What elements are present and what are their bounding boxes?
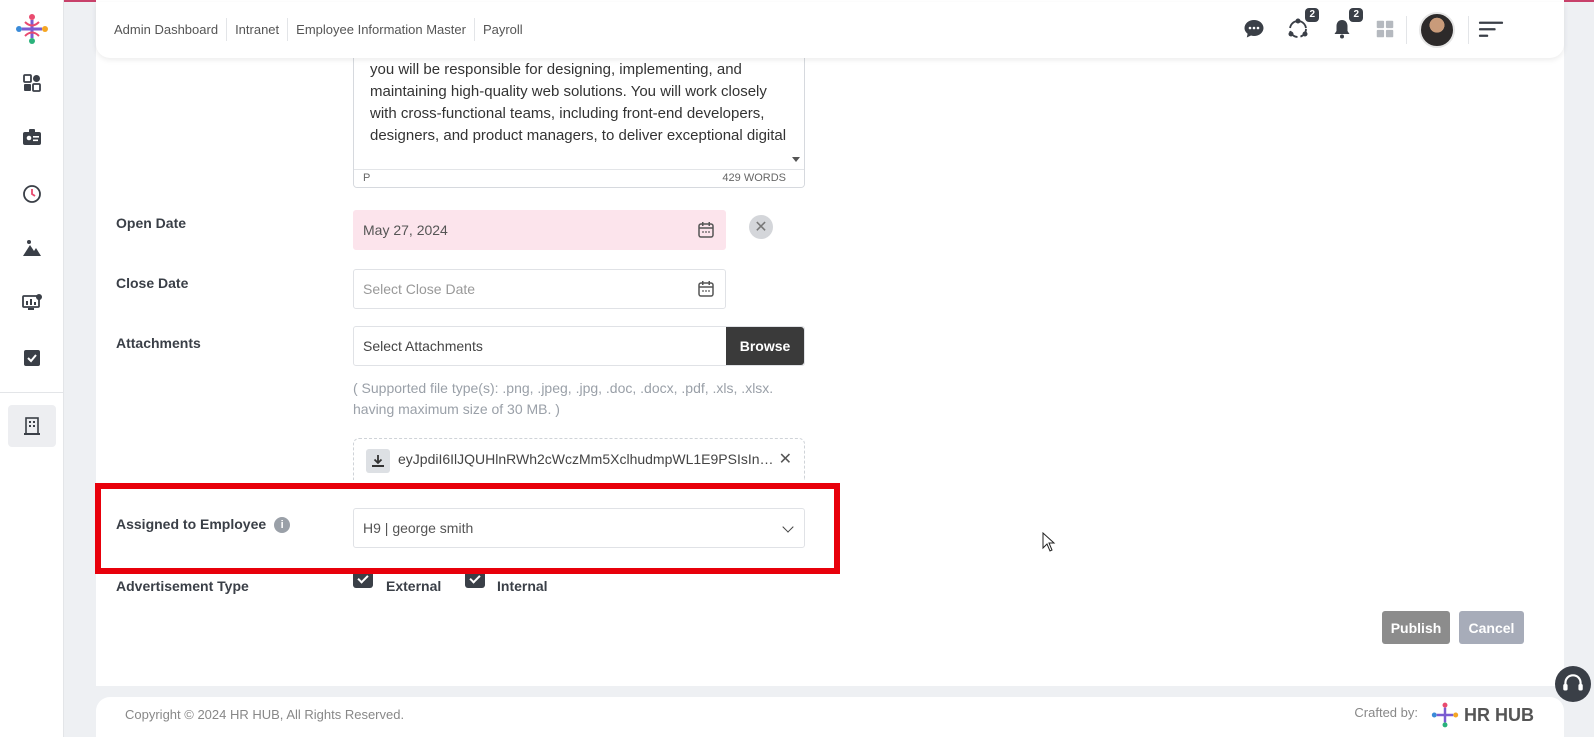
notifications-badge: 2 [1349, 8, 1363, 22]
monitor-chart-icon [22, 294, 42, 310]
network-badge: 2 [1305, 8, 1319, 22]
open-date-field[interactable]: May 27, 2024 [353, 210, 726, 250]
calendar-icon[interactable] [697, 280, 715, 298]
sidebar [0, 0, 64, 737]
navbar-divider [1406, 16, 1407, 44]
info-icon[interactable]: i [274, 517, 291, 534]
brand-name: HR HUB [1464, 704, 1534, 725]
clear-open-date-button[interactable]: ✕ [749, 215, 773, 239]
menu-lines-icon [1478, 21, 1504, 37]
crafted-by-label: Crafted by: [1354, 705, 1418, 720]
support-button[interactable] [1555, 666, 1591, 702]
open-date-value: May 27, 2024 [363, 222, 448, 238]
app-logo[interactable] [14, 12, 50, 46]
copyright-text: Copyright © 2024 HR HUB, All Rights Rese… [125, 707, 405, 722]
file-type-hint: ( Supported file type(s): .png, .jpeg, .… [353, 380, 774, 417]
sidebar-item-leave[interactable] [8, 227, 56, 269]
checkbox-icon [24, 350, 40, 366]
nav-link-admin-dashboard[interactable]: Admin Dashboard [106, 18, 228, 41]
chat-button[interactable] [1241, 16, 1267, 42]
sidebar-item-recruitment[interactable] [8, 405, 56, 447]
nav-link-intranet[interactable]: Intranet [227, 18, 289, 41]
id-card-icon [23, 129, 41, 145]
sidebar-item-dashboard[interactable] [8, 62, 56, 104]
mouse-cursor-icon [1042, 532, 1056, 552]
assigned-employee-label-text: Assigned to Employee [116, 516, 267, 532]
sidebar-item-reports[interactable] [8, 282, 56, 324]
footer: Copyright © 2024 HR HUB, All Rights Rese… [96, 697, 1564, 737]
attachments-label: Attachments [116, 335, 201, 351]
navbar-divider [1468, 16, 1469, 44]
network-button[interactable]: 2 [1285, 8, 1319, 42]
browse-button[interactable]: Browse [726, 327, 804, 365]
cancel-button[interactable]: Cancel [1459, 611, 1524, 644]
sidebar-item-tasks[interactable] [8, 337, 56, 379]
download-button[interactable] [366, 449, 390, 473]
external-label[interactable]: External [386, 578, 441, 594]
remove-file-button[interactable]: ✕ [779, 449, 792, 469]
assigned-employee-value: H9 | george smith [363, 520, 474, 536]
close-date-placeholder: Select Close Date [363, 281, 476, 297]
open-date-label: Open Date [116, 215, 187, 231]
editor-statusbar: P 429 WORDS [354, 169, 804, 187]
uploaded-file: eyJpdiI6IlJQUHlnRWh2cWczMm5XclhudmpWL1E9… [353, 438, 805, 480]
sidebar-divider [0, 392, 64, 393]
attachments-placeholder[interactable]: Select Attachments [354, 327, 726, 365]
nav-link-employee-information-master[interactable]: Employee Information Master [288, 18, 475, 41]
sidebar-item-employee[interactable] [8, 117, 56, 159]
close-date-label: Close Date [116, 275, 189, 291]
nav-link-payroll[interactable]: Payroll [475, 18, 531, 41]
landscape-icon [23, 240, 41, 256]
assigned-employee-label: Assigned to Employee i [116, 516, 291, 534]
close-icon: ✕ [778, 451, 792, 468]
apps-grid-icon [1376, 20, 1394, 38]
user-avatar[interactable] [1419, 12, 1455, 48]
main-card [96, 0, 1564, 686]
dashboard-icon [23, 74, 41, 92]
menu-toggle-button[interactable] [1478, 16, 1504, 42]
chat-icon [1244, 20, 1264, 38]
sidebar-item-attendance[interactable] [8, 172, 56, 214]
scroll-down-arrow[interactable] [792, 157, 800, 162]
close-date-field[interactable]: Select Close Date [353, 269, 726, 309]
file-name: eyJpdiI6IlJQUHlnRWh2cWczMm5XclhudmpWL1E9… [398, 451, 782, 467]
breadcrumb: Admin Dashboard Intranet Employee Inform… [106, 18, 531, 41]
clock-icon [23, 185, 41, 203]
assigned-employee-select[interactable]: H9 | george smith [353, 508, 805, 548]
download-icon [372, 455, 384, 467]
close-icon: ✕ [754, 219, 768, 236]
editor-wordcount: 429 WORDS [722, 172, 786, 184]
headset-icon [1563, 674, 1583, 691]
internal-label[interactable]: Internal [497, 578, 548, 594]
publish-button[interactable]: Publish [1382, 611, 1450, 644]
notifications-button[interactable]: 2 [1329, 8, 1363, 42]
building-icon [24, 417, 40, 435]
hrhub-logo-icon [1431, 702, 1459, 728]
editor-path-tag[interactable]: P [363, 172, 370, 184]
top-navbar: Admin Dashboard Intranet Employee Inform… [96, 2, 1564, 58]
attachments-field[interactable]: Select Attachments Browse [353, 326, 805, 366]
brand-logo[interactable]: HR HUB [1430, 701, 1534, 729]
chevron-down-icon [782, 521, 794, 533]
advertisement-type-label: Advertisement Type [116, 578, 249, 594]
calendar-icon[interactable] [697, 221, 715, 239]
apps-button[interactable] [1372, 16, 1398, 42]
